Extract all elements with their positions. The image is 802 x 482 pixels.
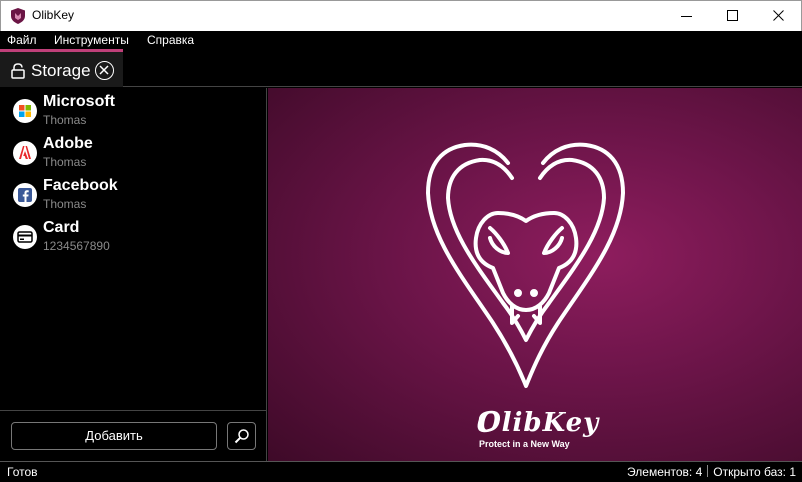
entry-title: Facebook [43, 177, 118, 194]
minimize-button[interactable] [664, 1, 710, 31]
splash-panel: OlibKey Protect in a New Way [268, 88, 802, 461]
menu-bar: Файл Инструменты Справка [0, 31, 802, 49]
unlock-icon [11, 63, 25, 79]
cobra-logo-icon [426, 142, 625, 433]
window-title: OlibKey [32, 8, 75, 22]
entry-subtitle: Thomas [43, 113, 87, 127]
microsoft-icon [13, 99, 37, 123]
title-bar: OlibKey [0, 0, 802, 31]
tab-label: Storage [31, 61, 91, 80]
entry-title: Card [43, 219, 80, 236]
minimize-icon [681, 16, 692, 17]
close-icon [773, 10, 784, 21]
menu-tools[interactable]: Инструменты [54, 33, 129, 47]
status-separator [707, 465, 709, 477]
adobe-icon [13, 141, 37, 165]
tab-bar: Storage [0, 49, 802, 87]
sidebar-divider [0, 410, 266, 411]
status-elements: Элементов: 4 [627, 465, 703, 479]
shield-logo-icon [11, 8, 25, 24]
search-icon [234, 429, 249, 444]
tab-storage[interactable]: Storage [0, 49, 123, 87]
status-open-bases: Открыто баз: 1 [713, 465, 796, 479]
close-circle-icon [99, 65, 109, 75]
status-right: Элементов: 4 Открыто баз: 1 [627, 465, 796, 479]
search-button[interactable] [227, 422, 256, 450]
entry-subtitle: Thomas [43, 197, 87, 211]
maximize-button[interactable] [710, 1, 756, 31]
list-item-microsoft[interactable]: Microsoft Thomas [0, 90, 266, 132]
splash-tagline: Protect in a New Way [479, 439, 570, 449]
menu-file[interactable]: Файл [7, 33, 37, 47]
entry-subtitle: Thomas [43, 155, 87, 169]
close-button[interactable] [756, 1, 802, 31]
menu-help[interactable]: Справка [147, 33, 194, 47]
entry-title: Adobe [43, 135, 93, 152]
entry-title: Microsoft [43, 93, 115, 110]
list-item-facebook[interactable]: Facebook Thomas [0, 174, 266, 216]
card-icon [13, 225, 37, 249]
list-item-adobe[interactable]: Adobe Thomas [0, 132, 266, 174]
status-bar: Готов Элементов: 4 Открыто баз: 1 [0, 461, 802, 482]
status-text: Готов [7, 465, 38, 479]
add-button[interactable]: Добавить [11, 422, 217, 450]
facebook-icon [13, 183, 37, 207]
sidebar: Microsoft Thomas Adobe Thomas Facebook T… [0, 88, 267, 461]
tab-close-button[interactable] [95, 61, 114, 80]
splash-brand: OlibKey [478, 408, 600, 438]
list-item-card[interactable]: Card 1234567890 [0, 216, 266, 258]
entry-subtitle: 1234567890 [43, 239, 110, 253]
maximize-icon [727, 10, 738, 21]
